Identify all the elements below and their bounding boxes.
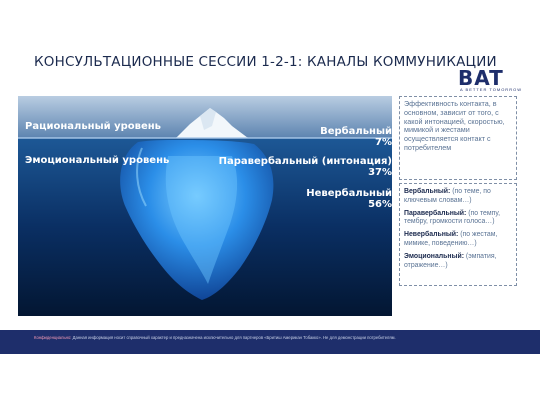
confidentiality-notice: Конфиденциально: Данная информация носит… bbox=[34, 335, 396, 340]
channel-row-verbal: Вербальный: (по теме, по ключевым словам… bbox=[404, 188, 512, 206]
confidential-label: Конфиденциально: bbox=[34, 335, 72, 340]
channel-row-label: Невербальный: bbox=[404, 231, 459, 239]
page-title: КОНСУЛЬТАЦИОННЫЕ СЕССИИ 1-2-1: КАНАЛЫ КО… bbox=[34, 54, 497, 70]
nonverbal-channel: Невербальный 56% bbox=[306, 188, 392, 210]
channel-row-paraverbal: Паравербальный: (по темпу, тембру, громк… bbox=[404, 210, 512, 228]
channel-row-nonverbal: Невербальный: (по жестам, мимике, поведе… bbox=[404, 231, 512, 249]
paraverbal-percent: 37% bbox=[368, 167, 392, 178]
logo-tagline: A BETTER TOMORROW bbox=[460, 87, 522, 92]
verbal-percent: 7% bbox=[375, 137, 392, 148]
emotional-level-label: Эмоциональный уровень bbox=[25, 155, 170, 166]
effectiveness-note: Эффективность контакта, в основном, зави… bbox=[399, 96, 517, 180]
paraverbal-label: Паравербальный (интонация) bbox=[218, 156, 392, 167]
confidential-text: Данная информация носит справочный харак… bbox=[71, 335, 396, 340]
channel-row-label: Эмоциональный: bbox=[404, 252, 464, 260]
channel-row-label: Паравербальный: bbox=[404, 209, 467, 217]
channel-row-label: Вербальный: bbox=[404, 188, 451, 195]
nonverbal-percent: 56% bbox=[368, 199, 392, 210]
rational-level-label: Рациональный уровень bbox=[25, 121, 162, 132]
channel-descriptions: Вербальный: (по теме, по ключевым словам… bbox=[399, 183, 517, 286]
footer-bar: Конфиденциально: Данная информация носит… bbox=[0, 330, 540, 354]
paraverbal-channel: Паравербальный (интонация) 37% bbox=[219, 156, 392, 178]
bat-logo: BAT A BETTER TOMORROW bbox=[458, 66, 521, 94]
iceberg-image: Рациональный уровень Эмоциональный урове… bbox=[18, 96, 392, 316]
verbal-channel: Вербальный 7% bbox=[320, 126, 392, 148]
nonverbal-label: Невербальный bbox=[306, 188, 392, 199]
verbal-label: Вербальный bbox=[320, 126, 392, 137]
channel-row-emotional: Эмоциональный: (эмпатия, отражение…) bbox=[404, 253, 512, 271]
